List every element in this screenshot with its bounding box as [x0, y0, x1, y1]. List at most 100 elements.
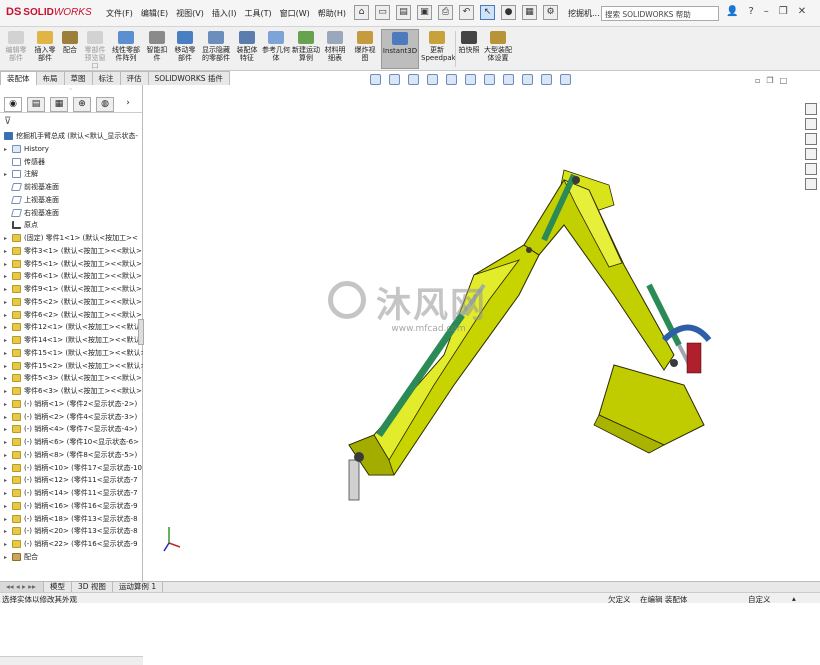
tree-item[interactable]: 上视基准面	[0, 194, 143, 207]
tab-nav-arrows[interactable]: ◂◂ ◂ ▸ ▸▸	[0, 582, 44, 592]
tree-root-assembly[interactable]: 挖掘机手臂总成 (默认<默认_显示状态-	[0, 130, 143, 143]
tab-motion-study-1[interactable]: 运动算例 1	[113, 582, 164, 592]
expand-arrow-icon[interactable]: ▸	[4, 259, 12, 271]
viewport-restore-icon[interactable]: ❐	[766, 76, 773, 85]
menu-tools[interactable]: 工具(T)	[244, 8, 271, 19]
expand-arrow-icon[interactable]: ▸	[4, 475, 12, 487]
tree-item[interactable]: ▸ (-) 销柄<2> (零件4<显示状态-3>)	[0, 411, 143, 424]
solidworks-logo[interactable]: DS SOLIDWORKS	[6, 6, 92, 18]
expand-arrow-icon[interactable]: ▸	[4, 424, 12, 436]
menu-help[interactable]: 帮助(H)	[318, 8, 346, 19]
expand-arrow-icon[interactable]: ▸	[4, 399, 12, 411]
take-snapshot-button[interactable]: 拍快照	[458, 31, 480, 54]
large-assembly-settings-button[interactable]: 大型装配体设置	[484, 31, 512, 62]
tree-item[interactable]: 右视基准面	[0, 207, 143, 220]
expand-arrow-icon[interactable]: ▸	[4, 539, 12, 551]
tree-item[interactable]: ▸ (-) 销柄<14> (零件11<显示状态-7	[0, 487, 143, 500]
mate-button[interactable]: 配合	[60, 31, 80, 54]
tab-sketch[interactable]: 草图	[63, 71, 93, 85]
undo-icon[interactable]: ↶	[459, 5, 474, 20]
tree-item[interactable]: ▸ (-) 销柄<22> (零件16<显示状态-9	[0, 538, 143, 551]
tree-item[interactable]: ▸ 零件6<1> (默认<按加工><<默认>	[0, 270, 143, 283]
save-icon[interactable]: ▣	[417, 5, 432, 20]
menu-file[interactable]: 文件(F)	[106, 8, 133, 19]
reference-geometry-button[interactable]: 参考几何体	[262, 31, 290, 62]
expand-arrow-icon[interactable]: ▸	[4, 463, 12, 475]
exploded-view-button[interactable]: 爆炸视图	[352, 31, 378, 62]
tree-item[interactable]: ▸ (固定) 零件1<1> (默认<按加工><	[0, 232, 143, 245]
select-cursor-icon[interactable]: ↖	[480, 5, 495, 20]
tree-item[interactable]: 传感器	[0, 156, 143, 169]
zoom-to-area-icon[interactable]	[389, 74, 400, 85]
restore-icon[interactable]: ❐	[779, 6, 788, 17]
update-speedpak-button[interactable]: 更新Speedpak	[421, 31, 456, 62]
tab-markup[interactable]: 标注	[91, 71, 121, 85]
smart-fasteners-button[interactable]: 智能扣件	[146, 31, 168, 62]
expand-arrow-icon[interactable]: ▸	[4, 144, 12, 156]
tree-item[interactable]: ▸ 零件14<1> (默认<按加工><<默认>	[0, 334, 143, 347]
dynamic-annotation-icon[interactable]	[446, 74, 457, 85]
home-icon[interactable]: ⌂	[354, 5, 369, 20]
tree-item[interactable]: ▸ (-) 销柄<1> (零件2<显示状态-2>)	[0, 398, 143, 411]
user-icon[interactable]: 👤	[726, 6, 738, 17]
help-search-input[interactable]: 搜索 SOLIDWORKS 帮助	[601, 6, 719, 21]
tab-model[interactable]: 模型	[44, 582, 72, 592]
tree-item[interactable]: ▸ (-) 销柄<8> (零件8<显示状态-5>)	[0, 449, 143, 462]
tree-item[interactable]: ▸ (-) 销柄<10> (零件17<显示状态-10	[0, 462, 143, 475]
expand-arrow-icon[interactable]: ▸	[4, 373, 12, 385]
tree-item[interactable]: ▸ 零件6<2> (默认<按加工><<默认>	[0, 309, 143, 322]
expand-arrow-icon[interactable]: ▸	[4, 552, 12, 564]
tree-item[interactable]: 原点	[0, 219, 143, 232]
panel-grip-icon[interactable]: ◦	[69, 86, 73, 93]
menu-edit[interactable]: 编辑(E)	[141, 8, 168, 19]
menu-window[interactable]: 窗口(W)	[280, 8, 310, 19]
component-preview-button[interactable]: 零部件预览窗口	[82, 31, 108, 70]
menu-insert[interactable]: 插入(I)	[212, 8, 237, 19]
appearances-icon[interactable]	[805, 163, 817, 175]
new-document-icon[interactable]: ▭	[375, 5, 390, 20]
expand-arrow-icon[interactable]: ▸	[4, 297, 12, 309]
traffic-light-icon[interactable]: ●	[501, 5, 516, 20]
status-expand-icon[interactable]: ▴	[792, 594, 796, 603]
move-component-button[interactable]: 移动零部件	[172, 31, 198, 62]
tree-item[interactable]: ▸ 零件5<2> (默认<按加工><<默认>	[0, 296, 143, 309]
apply-scene-icon[interactable]	[541, 74, 552, 85]
options-gear-icon[interactable]: ⚙	[543, 5, 558, 20]
bill-of-materials-button[interactable]: 材料明细表	[322, 31, 348, 62]
assembly-features-button[interactable]: 装配体特征	[234, 31, 260, 62]
status-custom[interactable]: 自定义	[748, 594, 771, 605]
hide-show-items-icon[interactable]	[503, 74, 514, 85]
tree-item[interactable]: ▸ History	[0, 143, 143, 156]
tree-item[interactable]: ▸ (-) 销柄<20> (零件13<显示状态-8	[0, 525, 143, 538]
tree-item[interactable]: ▸ (-) 销柄<18> (零件13<显示状态-8	[0, 513, 143, 526]
section-view-icon[interactable]	[427, 74, 438, 85]
zoom-to-fit-icon[interactable]	[370, 74, 381, 85]
close-icon[interactable]: ✕	[798, 6, 806, 17]
linear-pattern-button[interactable]: 线性零部件阵列	[110, 31, 142, 62]
tab-assembly[interactable]: 装配体	[0, 71, 37, 85]
tree-item[interactable]: ▸ 零件5<1> (默认<按加工><<默认>	[0, 258, 143, 271]
menu-view[interactable]: 视图(V)	[176, 8, 204, 19]
expand-arrow-icon[interactable]: ▸	[4, 284, 12, 296]
expand-arrow-icon[interactable]: ▸	[4, 501, 12, 513]
filter-icon[interactable]: ⊽	[4, 116, 11, 127]
custom-properties-icon[interactable]	[805, 178, 817, 190]
tab-addins[interactable]: SOLIDWORKS 插件	[147, 71, 230, 85]
tab-layout[interactable]: 布局	[35, 71, 65, 85]
expand-arrow-icon[interactable]: ▸	[4, 514, 12, 526]
view-orientation-icon[interactable]	[465, 74, 476, 85]
design-library-icon[interactable]	[805, 118, 817, 130]
tree-item[interactable]: ▸ 配合	[0, 551, 143, 564]
tree-item[interactable]: ▸ 零件6<3> (默认<按加工><<默认>	[0, 385, 143, 398]
instant3d-button[interactable]: Instant3D	[381, 29, 419, 69]
tree-item[interactable]: ▸ (-) 销柄<6> (零件10<显示状态-6>	[0, 436, 143, 449]
help-icon[interactable]: ?	[748, 6, 753, 17]
tree-item[interactable]: ▸ 零件5<3> (默认<按加工><<默认>	[0, 372, 143, 385]
expand-arrow-icon[interactable]: ▸	[4, 526, 12, 538]
expand-arrow-icon[interactable]: ▸	[4, 246, 12, 258]
expand-arrow-icon[interactable]: ▸	[4, 271, 12, 283]
dimxpert-tab-icon[interactable]: ⊕	[73, 97, 91, 112]
tree-item[interactable]: ▸ 注解	[0, 168, 143, 181]
view-palette-icon[interactable]	[805, 148, 817, 160]
new-motion-study-button[interactable]: 新建运动算例	[292, 31, 320, 62]
